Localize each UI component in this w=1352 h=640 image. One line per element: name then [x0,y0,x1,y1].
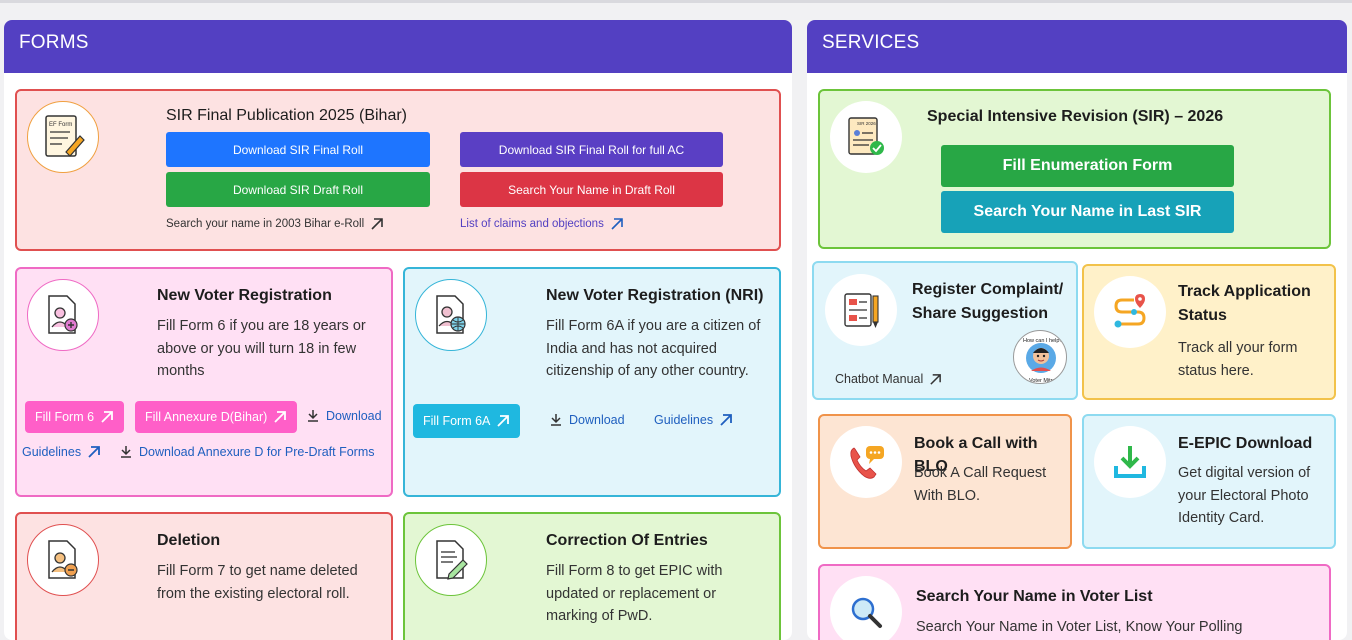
voter-mitra-badge[interactable]: How can I help? Voter Mitra [1013,330,1067,384]
download-icon [121,446,131,458]
epic-download-icon [1094,426,1166,498]
sir-final-publication-card: EF Form SIR Final Publication 2025 (Biha… [15,89,781,251]
search-2003-bihar-eroll-label: Search your name in 2003 Bihar e-Roll [166,218,365,230]
form6a-guidelines-link[interactable]: Guidelines [654,413,733,427]
ef-form-icon: EF Form [27,101,99,173]
blo-desc: Book A Call Request With BLO. [914,465,1047,504]
correction-desc: Fill Form 8 to get EPIC with updated or … [546,563,723,624]
download-annexure-d-link[interactable]: Download Annexure D for Pre-Draft Forms [119,445,375,459]
fill-enumeration-form-button[interactable]: Fill Enumeration Form [941,145,1234,187]
download-icon [308,410,318,422]
search-voter-list-card[interactable]: Search Your Name in Voter List Search Yo… [818,564,1331,640]
sir-2026-icon-label: SIR 2026 [857,121,876,126]
track-desc: Track all your form status here. [1178,340,1298,379]
deletion-card: Deletion Fill Form 7 to get name deleted… [15,512,393,640]
download-sir-draft-roll-button[interactable]: Download SIR Draft Roll [166,172,430,207]
e-epic-download-card[interactable]: E-EPIC Download Get digital version of y… [1082,414,1336,549]
chatbot-manual-link[interactable]: Chatbot Manual [835,372,942,386]
nri-form-icon [415,279,487,351]
search-name-draft-roll-button[interactable]: Search Your Name in Draft Roll [460,172,723,207]
fill-annexure-d-label: Fill Annexure D(Bihar) [145,410,268,424]
voter-mitra-badge-bottom: Voter Mitra [1029,378,1057,384]
track-route-icon [1094,276,1166,348]
arrow-up-right-icon [611,218,623,230]
new-voter-form-icon [27,279,99,351]
arrow-up-right-icon [371,218,383,230]
ef-form-icon-label: EF Form [49,122,72,128]
fill-form6a-label: Fill Form 6A [423,414,491,428]
track-application-card[interactable]: Track Application Status Track all your … [1082,264,1336,400]
epic-title: E-EPIC Download [1178,435,1313,452]
download-annexure-d-label: Download Annexure D for Pre-Draft Forms [139,445,375,459]
form6a-download-label: Download [569,413,625,427]
form6a-download-link[interactable]: Download [549,413,625,427]
search-icon [830,576,902,640]
download-icon [551,414,561,426]
sir-2026-card: SIR 2026 Special Intensive Revision (SIR… [818,89,1331,249]
fill-form6-button[interactable]: Fill Form 6 [25,401,125,433]
correction-title: Correction Of Entries [546,532,708,549]
search-name-last-sir-button[interactable]: Search Your Name in Last SIR [941,191,1234,233]
claims-objections-link[interactable]: List of claims and objections [460,217,624,231]
new-voter-title: New Voter Registration [157,287,332,304]
register-complaint-card[interactable]: Register Complaint/ Share Suggestion Cha… [812,261,1078,400]
arrow-up-right-icon [101,411,113,423]
download-sir-final-roll-full-ac-button[interactable]: Download SIR Final Roll for full AC [460,132,723,167]
new-voter-registration-card: New Voter Registration Fill Form 6 if yo… [15,267,393,497]
form6-guidelines-label: Guidelines [22,445,82,459]
correction-form-icon [415,524,487,596]
epic-desc: Get digital version of your Electoral Ph… [1178,465,1311,526]
complaint-title: Register Complaint/ Share Suggestion [912,281,1064,322]
correction-card: Correction Of Entries Fill Form 8 to get… [403,512,781,640]
deletion-desc: Fill Form 7 to get name deleted from the… [157,563,358,602]
nri-title: New Voter Registration (NRI) [546,287,764,304]
search-voter-title: Search Your Name in Voter List [916,588,1153,605]
deletion-form-icon [27,524,99,596]
deletion-title: Deletion [157,532,221,549]
voter-mitra-badge-top: How can I help? [1023,338,1062,344]
phone-call-icon [830,426,902,498]
search-2003-bihar-eroll-link[interactable]: Search your name in 2003 Bihar e-Roll [166,217,384,231]
arrow-up-right-icon [497,415,510,427]
fill-form6-label: Fill Form 6 [35,410,95,424]
complaint-icon [825,274,897,346]
nri-registration-card: New Voter Registration (NRI) Fill Form 6… [403,267,781,497]
claims-objections-label: List of claims and objections [460,218,604,230]
services-panel: SERVICES SIR 2026 Special Intensive Revi… [807,20,1347,640]
sir-final-title: SIR Final Publication 2025 (Bihar) [166,107,408,124]
new-voter-desc: Fill Form 6 if you are 18 years or above… [157,318,366,379]
arrow-up-right-icon [720,414,732,426]
services-header: SERVICES [807,20,1347,73]
form6-download-label: Download [326,409,382,423]
download-sir-final-roll-button[interactable]: Download SIR Final Roll [166,132,430,167]
form6a-guidelines-label: Guidelines [654,413,714,427]
top-divider [0,0,1352,3]
fill-annexure-d-button[interactable]: Fill Annexure D(Bihar) [135,401,298,433]
arrow-up-right-icon [274,411,287,423]
form6-download-link[interactable]: Download [306,409,382,423]
forms-panel: FORMS EF Form SIR Final Publication 2025… [4,20,792,640]
arrow-up-right-icon [930,373,942,385]
track-title: Track Application Status [1178,283,1311,324]
search-voter-desc: Search Your Name in Voter List, Know You… [916,619,1243,635]
forms-header: FORMS [4,20,792,73]
fill-form6a-button[interactable]: Fill Form 6A [413,404,521,438]
sir-2026-title: Special Intensive Revision (SIR) – 2026 [927,108,1224,125]
nri-desc: Fill Form 6A if you are a citizen of Ind… [546,318,761,379]
book-call-blo-card[interactable]: Book a Call with BLO Book A Call Request… [818,414,1072,549]
arrow-up-right-icon [88,446,100,458]
form6-guidelines-link[interactable]: Guidelines [22,445,101,459]
sir-2026-icon: SIR 2026 [830,101,902,173]
chatbot-manual-label: Chatbot Manual [835,372,924,386]
